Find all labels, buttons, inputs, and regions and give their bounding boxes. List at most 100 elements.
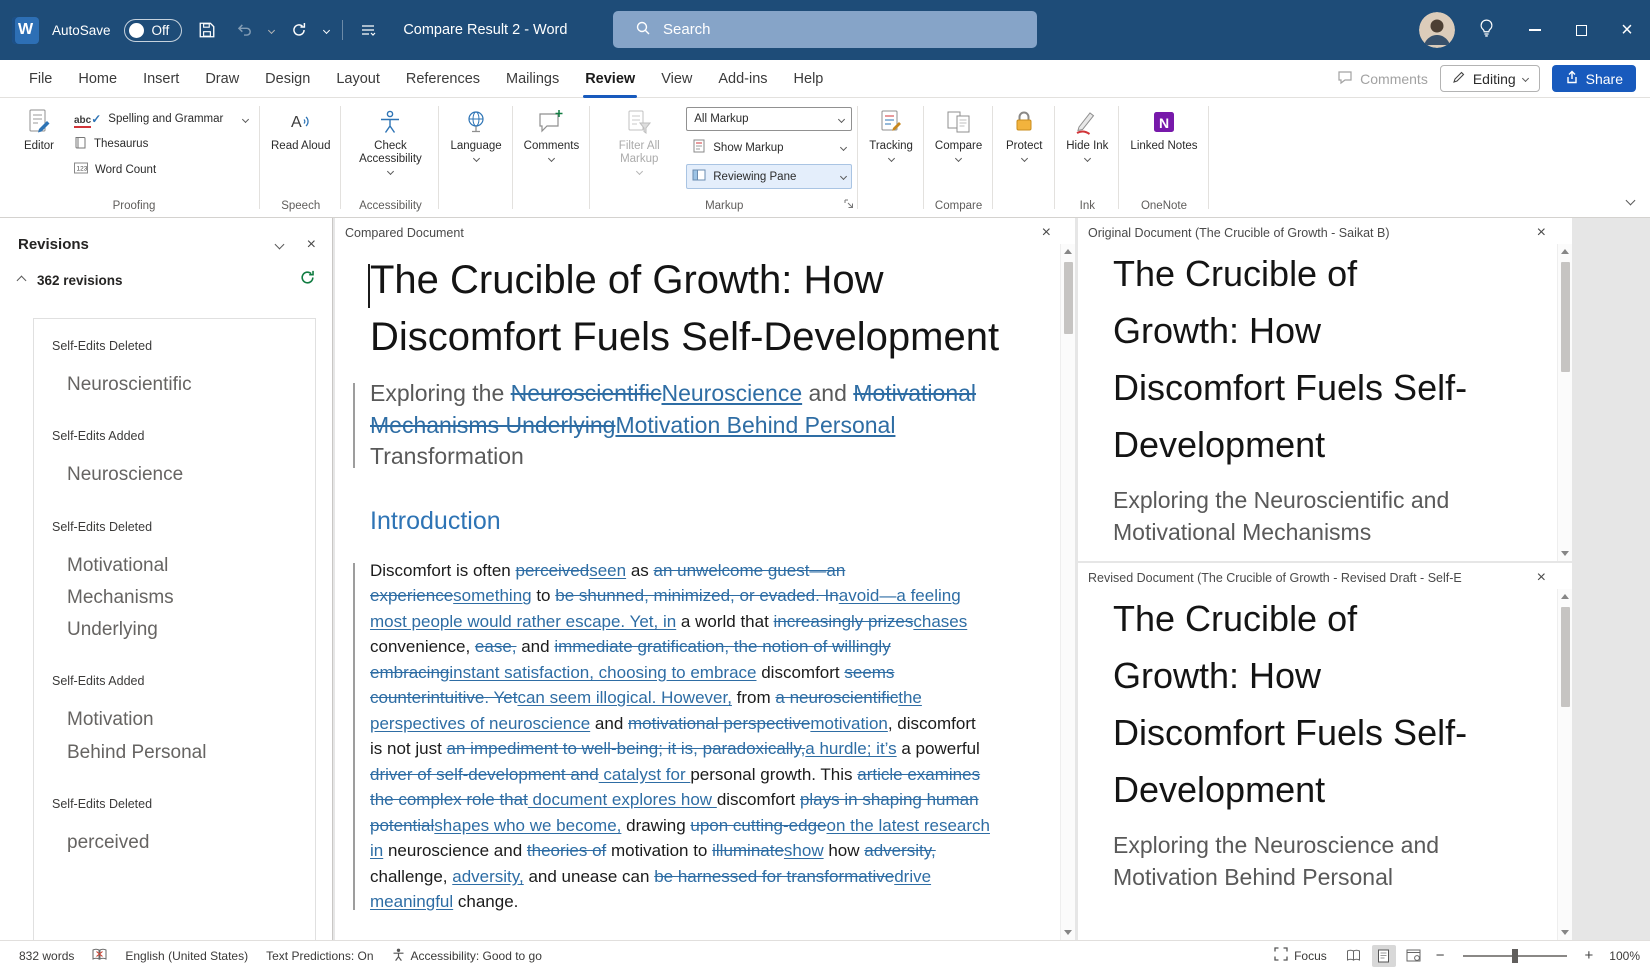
revised-pane-title: Revised Document (The Crucible of Growth… bbox=[1088, 571, 1462, 585]
customize-quick-access-icon[interactable] bbox=[356, 18, 380, 42]
tracking-button[interactable]: Tracking bbox=[864, 102, 918, 163]
revised-document-content[interactable]: The Crucible of Growth: How Discomfort F… bbox=[1113, 591, 1533, 894]
scroll-up-arrow-icon[interactable] bbox=[1561, 249, 1569, 254]
ribbon-group-language: Language bbox=[439, 98, 512, 217]
tab-addins[interactable]: Add-ins bbox=[705, 60, 780, 98]
text-run: convenience, bbox=[370, 637, 475, 656]
user-avatar[interactable] bbox=[1419, 12, 1455, 48]
spelling-chevron-icon bbox=[242, 115, 249, 122]
maximize-button[interactable] bbox=[1558, 0, 1604, 60]
compare-button[interactable]: Compare bbox=[930, 102, 987, 163]
show-markup-button[interactable]: Show Markup bbox=[686, 135, 852, 160]
original-scrollbar[interactable] bbox=[1557, 244, 1572, 561]
scroll-down-arrow-icon[interactable] bbox=[1561, 551, 1569, 556]
scrollbar-thumb[interactable] bbox=[1561, 262, 1570, 372]
tab-references[interactable]: References bbox=[393, 60, 493, 98]
compared-pane-close-button[interactable]: × bbox=[1042, 225, 1051, 241]
revisions-count-collapse-icon[interactable] bbox=[17, 275, 27, 285]
revisions-pane-chevron-icon[interactable] bbox=[274, 240, 284, 250]
editor-button[interactable]: Editor bbox=[14, 102, 64, 155]
revision-author-action: Self-Edits Added bbox=[52, 429, 315, 443]
all-markup-dropdown[interactable]: All Markup bbox=[686, 107, 852, 131]
revision-item[interactable]: Self-Edits Deleted Neuroscientific bbox=[52, 339, 315, 401]
linked-notes-button[interactable]: N Linked Notes bbox=[1125, 102, 1202, 155]
word-app-icon[interactable]: W bbox=[12, 17, 39, 44]
markup-dialog-launcher-icon[interactable] bbox=[844, 196, 854, 214]
read-aloud-button[interactable]: A Read Aloud bbox=[266, 102, 335, 155]
scroll-up-arrow-icon[interactable] bbox=[1064, 249, 1072, 254]
save-icon[interactable] bbox=[195, 18, 219, 42]
scroll-down-arrow-icon[interactable] bbox=[1561, 930, 1569, 935]
text-run: and bbox=[590, 714, 628, 733]
zoom-slider[interactable] bbox=[1463, 955, 1567, 957]
tab-view[interactable]: View bbox=[648, 60, 705, 98]
text-predictions-status[interactable]: Text Predictions: On bbox=[257, 949, 382, 963]
scroll-down-arrow-icon[interactable] bbox=[1064, 930, 1072, 935]
collapse-ribbon-chevron-icon[interactable] bbox=[1627, 191, 1634, 209]
text-run: drawing bbox=[621, 816, 690, 835]
refresh-revisions-icon[interactable] bbox=[299, 269, 316, 291]
original-pane-close-button[interactable]: × bbox=[1537, 225, 1546, 241]
original-document-content[interactable]: The Crucible of Growth: How Discomfort F… bbox=[1113, 246, 1533, 549]
lightbulb-icon[interactable] bbox=[1477, 18, 1496, 42]
undo-dropdown-chevron-icon[interactable] bbox=[268, 26, 275, 33]
scrollbar-thumb[interactable] bbox=[1064, 262, 1073, 334]
protect-button[interactable]: Protect bbox=[999, 102, 1049, 163]
undo-icon[interactable] bbox=[232, 18, 256, 42]
tab-layout[interactable]: Layout bbox=[323, 60, 393, 98]
share-button[interactable]: Share bbox=[1552, 65, 1636, 92]
focus-mode-button[interactable]: Focus bbox=[1265, 947, 1336, 964]
reviewing-pane-label: Reviewing Pane bbox=[713, 171, 796, 183]
tab-review[interactable]: Review bbox=[572, 60, 648, 98]
autosave-toggle[interactable]: Off bbox=[124, 19, 183, 42]
tab-insert[interactable]: Insert bbox=[130, 60, 192, 98]
word-count-status[interactable]: 832 words bbox=[10, 949, 83, 963]
tab-design[interactable]: Design bbox=[252, 60, 323, 98]
tab-mailings[interactable]: Mailings bbox=[493, 60, 572, 98]
zoom-in-button[interactable]: + bbox=[1581, 947, 1598, 964]
tab-draw[interactable]: Draw bbox=[192, 60, 252, 98]
tab-help[interactable]: Help bbox=[781, 60, 837, 98]
revision-item[interactable]: Self-Edits Added Neuroscience bbox=[52, 429, 315, 491]
reviewing-pane-button[interactable]: Reviewing Pane bbox=[686, 164, 852, 189]
revision-item[interactable]: Self-Edits Deleted Motivational Mechanis… bbox=[52, 520, 315, 647]
focus-icon bbox=[1274, 947, 1288, 964]
scrollbar-thumb[interactable] bbox=[1561, 607, 1570, 707]
search-input[interactable]: Search bbox=[613, 11, 1037, 48]
read-mode-button[interactable] bbox=[1342, 945, 1366, 967]
inserted-run: Neuroscience bbox=[661, 380, 802, 406]
revised-pane-close-button[interactable]: × bbox=[1537, 570, 1546, 586]
compared-document-content[interactable]: The Crucible of Growth: How Discomfort F… bbox=[370, 252, 1030, 915]
tab-file[interactable]: File bbox=[16, 60, 65, 98]
accessibility-status[interactable]: Accessibility: Good to go bbox=[383, 948, 551, 964]
quick-access-chevron-icon[interactable] bbox=[323, 26, 330, 33]
proofing-errors-status[interactable] bbox=[83, 948, 116, 964]
revision-item[interactable]: Self-Edits Added Motivation Behind Perso… bbox=[52, 674, 315, 769]
redo-repeat-icon[interactable] bbox=[287, 18, 311, 42]
language-button[interactable]: Language bbox=[445, 102, 506, 163]
editing-mode-button[interactable]: Editing bbox=[1440, 65, 1540, 92]
tab-home[interactable]: Home bbox=[65, 60, 130, 98]
compared-scrollbar[interactable] bbox=[1060, 244, 1075, 940]
revisions-pane-close-button[interactable]: × bbox=[307, 237, 316, 253]
close-window-button[interactable]: × bbox=[1604, 0, 1650, 60]
web-layout-button[interactable] bbox=[1402, 945, 1426, 967]
scroll-up-arrow-icon[interactable] bbox=[1561, 594, 1569, 599]
word-count-button[interactable]: 123 Word Count bbox=[68, 158, 254, 181]
check-accessibility-button[interactable]: Check Accessibility bbox=[347, 102, 433, 176]
zoom-level[interactable]: 100% bbox=[1603, 949, 1640, 963]
zoom-slider-thumb[interactable] bbox=[1512, 949, 1518, 963]
hide-ink-button[interactable]: Hide Ink bbox=[1061, 102, 1113, 163]
minimize-button[interactable] bbox=[1512, 0, 1558, 60]
revised-scrollbar[interactable] bbox=[1557, 589, 1572, 940]
zoom-out-button[interactable]: − bbox=[1432, 947, 1449, 964]
deleted-run: theories of bbox=[527, 841, 606, 860]
comments-toggle-button[interactable]: Comments bbox=[1337, 69, 1428, 88]
revision-item[interactable]: Self-Edits Deleted perceived bbox=[52, 797, 315, 859]
print-layout-button[interactable] bbox=[1372, 945, 1396, 967]
language-status[interactable]: English (United States) bbox=[116, 949, 257, 963]
new-comment-button[interactable]: Comments bbox=[519, 102, 585, 163]
spelling-grammar-button[interactable]: abc✓ Spelling and Grammar bbox=[68, 108, 254, 130]
thesaurus-button[interactable]: Thesaurus bbox=[68, 132, 254, 156]
text-run: and bbox=[802, 380, 853, 406]
